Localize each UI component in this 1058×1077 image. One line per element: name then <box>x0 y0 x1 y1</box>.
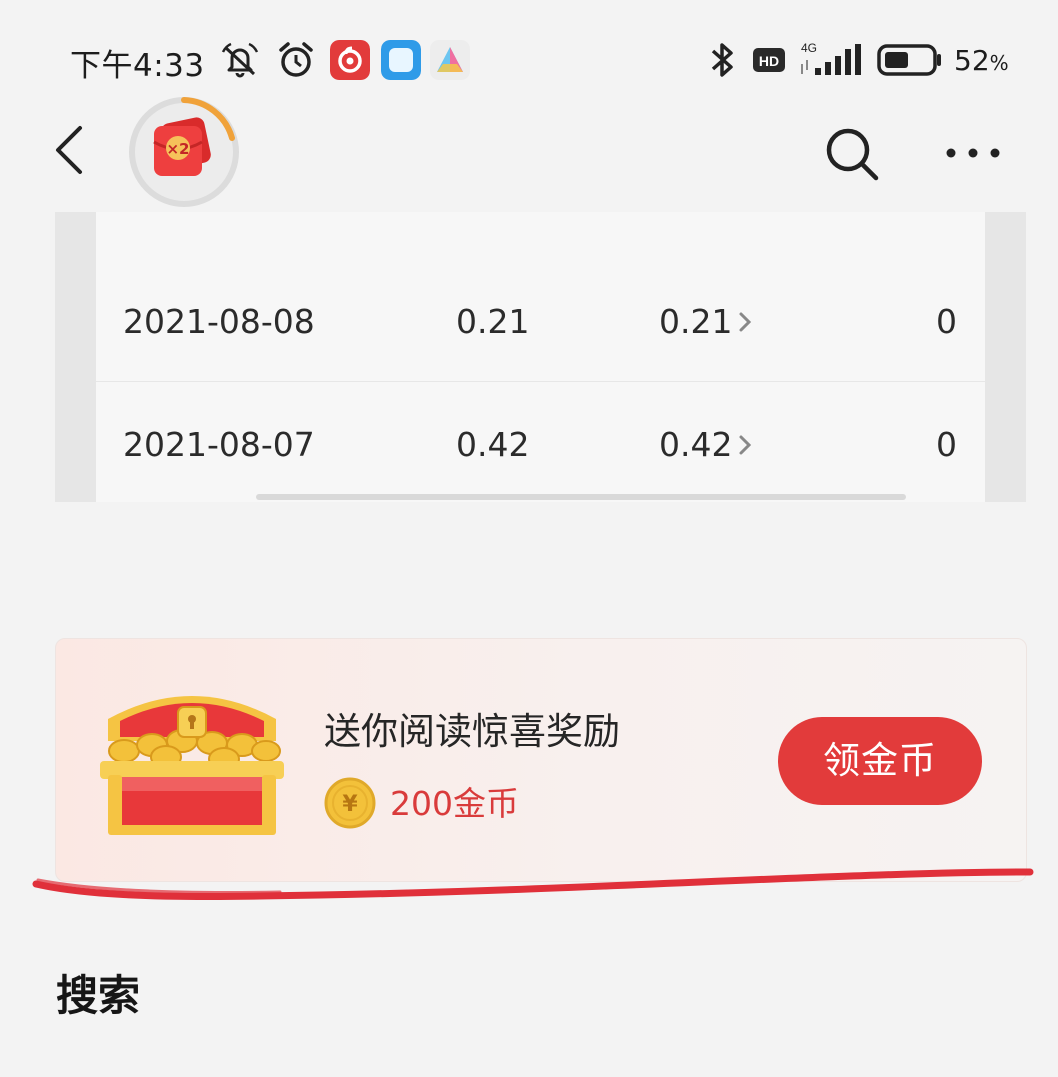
battery-percent-symbol: % <box>989 51 1009 75</box>
treasure-chest-icon <box>100 696 284 835</box>
back-button[interactable] <box>44 120 94 180</box>
coin-symbol: ¥ <box>342 792 358 817</box>
reward-amount: 200金币 <box>390 784 519 823</box>
table-row[interactable]: 2021-08-07 0.42 0.42 0 <box>96 383 985 505</box>
more-options-button[interactable] <box>940 138 1006 168</box>
network-type-text: 4G <box>801 41 817 55</box>
row-value-1: 0.21 <box>456 302 530 341</box>
search-icon <box>826 128 879 181</box>
row-date: 2021-08-08 <box>123 302 315 341</box>
reward-title: 送你阅读惊喜奖励 <box>324 710 620 753</box>
horizontal-scrollbar[interactable] <box>256 494 906 500</box>
reading-reward-card[interactable]: 送你阅读惊喜奖励 ¥ 200金币 领金币 <box>55 638 1027 882</box>
earnings-table-body: 2021-08-08 0.21 0.21 0 2021-08-07 0.42 0… <box>96 212 985 502</box>
status-time: 下午4:33 <box>70 48 205 84</box>
claim-coins-button[interactable]: 领金币 <box>778 717 982 805</box>
chevron-left-icon <box>56 126 82 174</box>
row-date: 2021-08-07 <box>123 425 315 464</box>
row-value-2: 0.21 <box>659 302 733 341</box>
earnings-table[interactable]: 2021-08-08 0.21 0.21 0 2021-08-07 0.42 0… <box>55 212 1026 502</box>
hd-badge-text: HD <box>759 53 779 69</box>
chevron-right-icon <box>739 312 752 332</box>
battery-icon <box>877 44 941 76</box>
row-divider <box>96 381 985 382</box>
alarm-icon <box>279 42 313 77</box>
row-value-2: 0.42 <box>659 425 733 464</box>
search-button[interactable] <box>822 124 882 184</box>
notifications-muted-icon <box>221 42 259 78</box>
music-app-icon <box>330 40 370 80</box>
row-value-3: 0 <box>936 425 957 464</box>
bluetooth-icon <box>711 43 733 77</box>
cellular-signal-icon: 4G <box>801 41 861 75</box>
triangle-app-icon <box>430 40 470 80</box>
row-value-3: 0 <box>936 302 957 341</box>
more-dots-icon <box>946 148 1000 158</box>
reward-progress-avatar[interactable]: ×2 <box>128 96 240 208</box>
battery-percent: 52% <box>954 44 1009 77</box>
chevron-right-icon <box>739 435 752 455</box>
row-value-1: 0.42 <box>456 425 530 464</box>
hd-badge-icon: HD <box>753 48 785 72</box>
battery-percent-value: 52 <box>954 44 990 77</box>
multiplier-badge: ×2 <box>166 140 189 158</box>
table-row[interactable]: 2021-08-08 0.21 0.21 0 <box>96 260 985 382</box>
red-underline-annotation <box>32 868 1034 900</box>
blue-app-icon <box>381 40 421 80</box>
search-section-title: 搜索 <box>56 971 141 1020</box>
gold-coin-icon: ¥ <box>324 777 376 829</box>
